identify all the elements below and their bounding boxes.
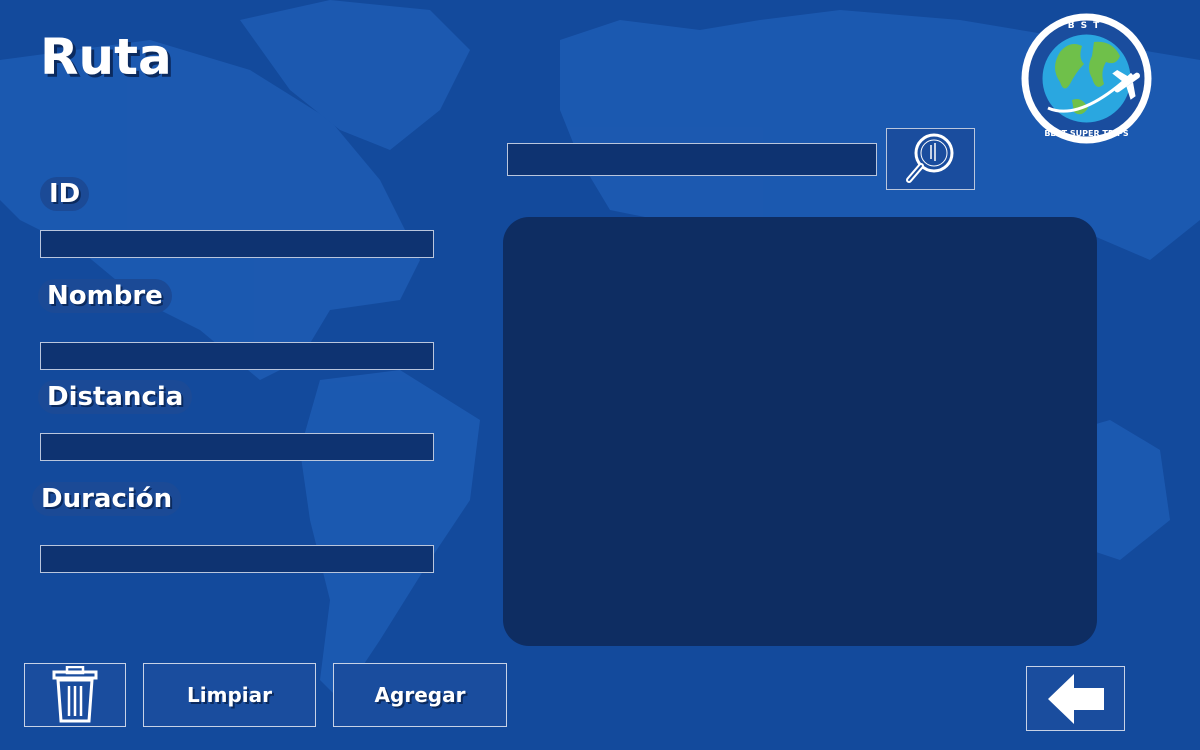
duracion-label: Duración	[32, 482, 182, 516]
logo-top-text: BST	[1068, 21, 1105, 31]
delete-button[interactable]	[24, 663, 126, 727]
arrow-left-icon	[1047, 673, 1104, 724]
distancia-field[interactable]	[40, 433, 434, 461]
duracion-field[interactable]	[40, 545, 434, 573]
distancia-label: Distancia	[38, 380, 193, 414]
search-button[interactable]	[886, 128, 975, 190]
search-input[interactable]	[507, 143, 877, 176]
magnifier-icon	[905, 133, 953, 183]
clear-button[interactable]: Limpiar	[143, 663, 316, 727]
nombre-field[interactable]	[40, 342, 434, 370]
clear-button-label: Limpiar	[187, 683, 272, 707]
id-field[interactable]	[40, 230, 434, 258]
logo-ring-text: BEST SUPER TRIPS	[1044, 129, 1129, 138]
results-panel	[503, 217, 1097, 646]
add-button-label: Agregar	[374, 683, 466, 707]
nombre-label: Nombre	[38, 279, 172, 313]
page-title: Ruta	[40, 28, 172, 86]
trash-icon	[52, 666, 98, 723]
add-button[interactable]: Agregar	[333, 663, 507, 727]
id-label: ID	[40, 177, 90, 211]
back-button[interactable]	[1026, 666, 1125, 731]
bst-logo: BST BEST SUPER TRIPS	[1021, 13, 1152, 144]
